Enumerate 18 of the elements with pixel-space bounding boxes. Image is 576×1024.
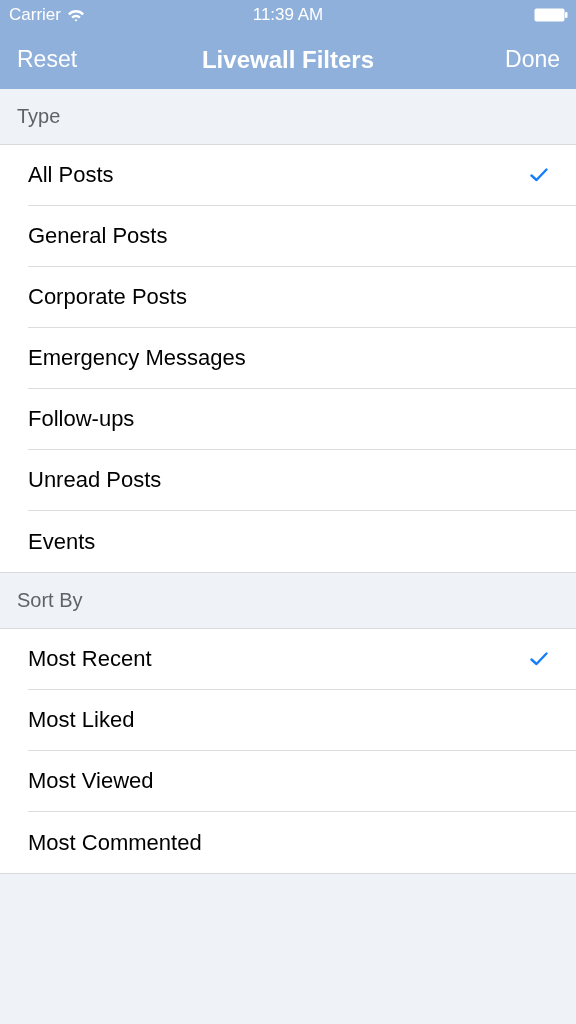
nav-title: Livewall Filters <box>201 45 375 74</box>
filter-option[interactable]: Most Viewed <box>28 751 576 812</box>
section-header: Sort By <box>17 589 83 612</box>
filter-option[interactable]: Events <box>28 511 576 572</box>
section-header: Type <box>17 105 61 128</box>
wifi-icon <box>66 8 85 22</box>
filter-option[interactable]: Emergency Messages <box>28 328 576 389</box>
battery-icon <box>534 8 568 22</box>
filter-option[interactable]: Corporate Posts <box>28 267 576 328</box>
filter-option[interactable]: All Posts <box>28 145 576 206</box>
filter-option[interactable]: Most Commented <box>28 812 576 873</box>
status-time: 11:39 AM <box>252 5 324 25</box>
filter-option[interactable]: General Posts <box>28 206 576 267</box>
carrier-label: Carrier <box>9 5 61 25</box>
filter-option[interactable]: Most Recent <box>28 629 576 690</box>
filter-option[interactable]: Follow-ups <box>28 389 576 450</box>
filter-option[interactable]: Unread Posts <box>28 450 576 511</box>
filter-option[interactable]: Most Liked <box>28 690 576 751</box>
